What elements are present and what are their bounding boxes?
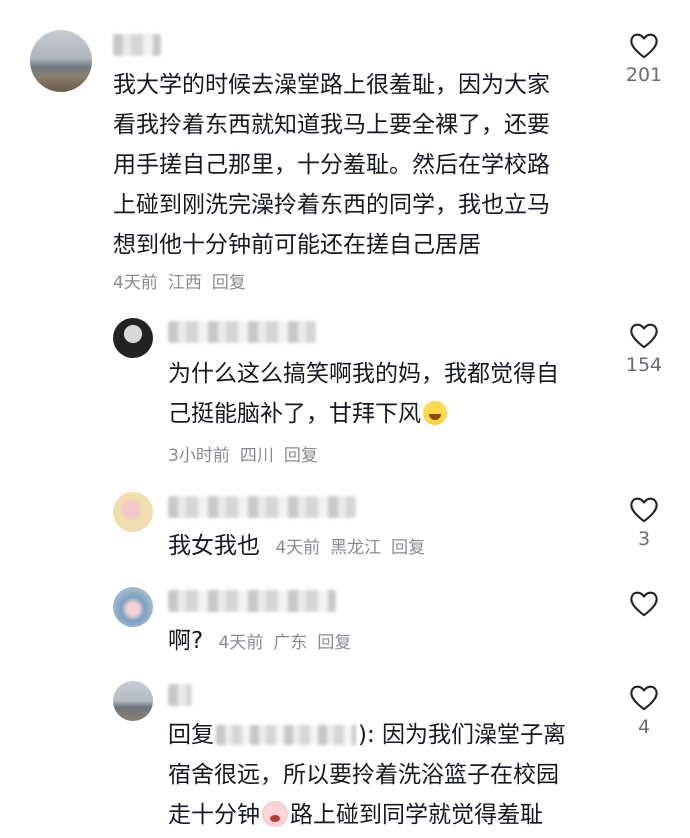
- comment-text-line: 看我拎着东西就知道我马上要全裸了，还要: [113, 112, 550, 138]
- reply-prefix: 回复: [168, 722, 214, 748]
- comment-text-line: 为什么这么搞笑啊我的妈，我都觉得自: [168, 361, 559, 387]
- heart-outline-icon: [630, 591, 658, 617]
- comment-meta: 4天前 广东 回复: [219, 633, 362, 653]
- comment-text-line: 走十分钟 路上碰到同学就觉得羞耻: [168, 795, 543, 835]
- reply-button[interactable]: 回复: [212, 273, 246, 293]
- avatar[interactable]: [30, 30, 92, 92]
- crying-emoji-icon: [262, 801, 288, 827]
- timestamp: 4天前: [113, 273, 158, 293]
- timestamp: 4天前: [275, 538, 321, 558]
- comment-meta: 4天前 黑龙江 回复: [275, 538, 435, 558]
- like-button[interactable]: 4: [614, 684, 674, 738]
- like-button[interactable]: 3: [614, 496, 674, 550]
- comment-text-line: 宿舍很远，所以要拎着洗浴篮子在校园: [168, 762, 559, 788]
- comment-text-line: 回复 ): 因为我们澡堂子离: [168, 715, 566, 755]
- avatar[interactable]: [113, 492, 153, 532]
- location: 黑龙江: [330, 538, 382, 558]
- like-button[interactable]: 201: [614, 32, 674, 86]
- comment-text-line: 用手搓自己那里，十分羞耻。然后在学校路: [113, 152, 550, 178]
- timestamp: 4天前: [218, 633, 264, 653]
- username-blurred[interactable]: [168, 496, 356, 518]
- timestamp: 3小时前: [168, 446, 230, 466]
- heart-outline-icon: [630, 33, 658, 59]
- heart-outline-icon: [630, 497, 658, 523]
- comment-text: 啊? 4天前 广东 回复: [168, 621, 361, 663]
- like-button[interactable]: [614, 590, 674, 618]
- laughing-emoji-icon: [423, 401, 447, 425]
- location: 广东: [273, 633, 308, 653]
- like-count: 201: [625, 64, 663, 86]
- comment-meta: 3小时前 四川 回复: [168, 441, 328, 466]
- location: 江西: [167, 273, 202, 293]
- reply-button[interactable]: 回复: [317, 633, 351, 653]
- heart-outline-icon: [630, 685, 658, 711]
- comment-body: 啊?: [168, 628, 204, 654]
- heart-outline-icon: [630, 323, 658, 349]
- username-blurred[interactable]: [168, 590, 336, 612]
- avatar[interactable]: [113, 587, 153, 627]
- username-blurred[interactable]: [168, 684, 192, 706]
- comment-meta: 4天前 江西 回复: [113, 268, 256, 293]
- reply-button[interactable]: 回复: [284, 446, 318, 466]
- mentioned-user-blurred[interactable]: [216, 725, 356, 745]
- comment-text: 我女我也 4天前 黑龙江 回复: [168, 526, 435, 568]
- username-blurred[interactable]: [168, 321, 316, 343]
- like-count: 3: [637, 528, 651, 550]
- comment-body: 我女我也: [168, 533, 260, 559]
- like-count: 4: [637, 716, 651, 738]
- reply-button[interactable]: 回复: [391, 538, 425, 558]
- location: 四川: [239, 446, 274, 466]
- avatar[interactable]: [113, 681, 153, 721]
- comment-text-fragment: 己挺能脑补了，甘拜下风: [168, 401, 421, 427]
- comment-text-line: 想到他十分钟前可能还在搓自己居居: [113, 232, 481, 258]
- comment-text-line: 己挺能脑补了，甘拜下风: [168, 394, 447, 434]
- comment-text-line: 上碰到刚洗完澡拎着东西的同学，我也立马: [113, 192, 550, 218]
- username-blurred[interactable]: [113, 34, 161, 56]
- comment-text-line: 我大学的时候去澡堂路上很羞耻，因为大家: [113, 72, 550, 98]
- comment-text-fragment: 路上碰到同学就觉得羞耻: [290, 802, 543, 828]
- like-count: 154: [625, 354, 663, 376]
- comment-text-fragment: 走十分钟: [168, 802, 260, 828]
- comment-text-fragment: ): 因为我们澡堂子离: [358, 722, 567, 748]
- avatar[interactable]: [113, 318, 153, 358]
- like-button[interactable]: 154: [614, 322, 674, 376]
